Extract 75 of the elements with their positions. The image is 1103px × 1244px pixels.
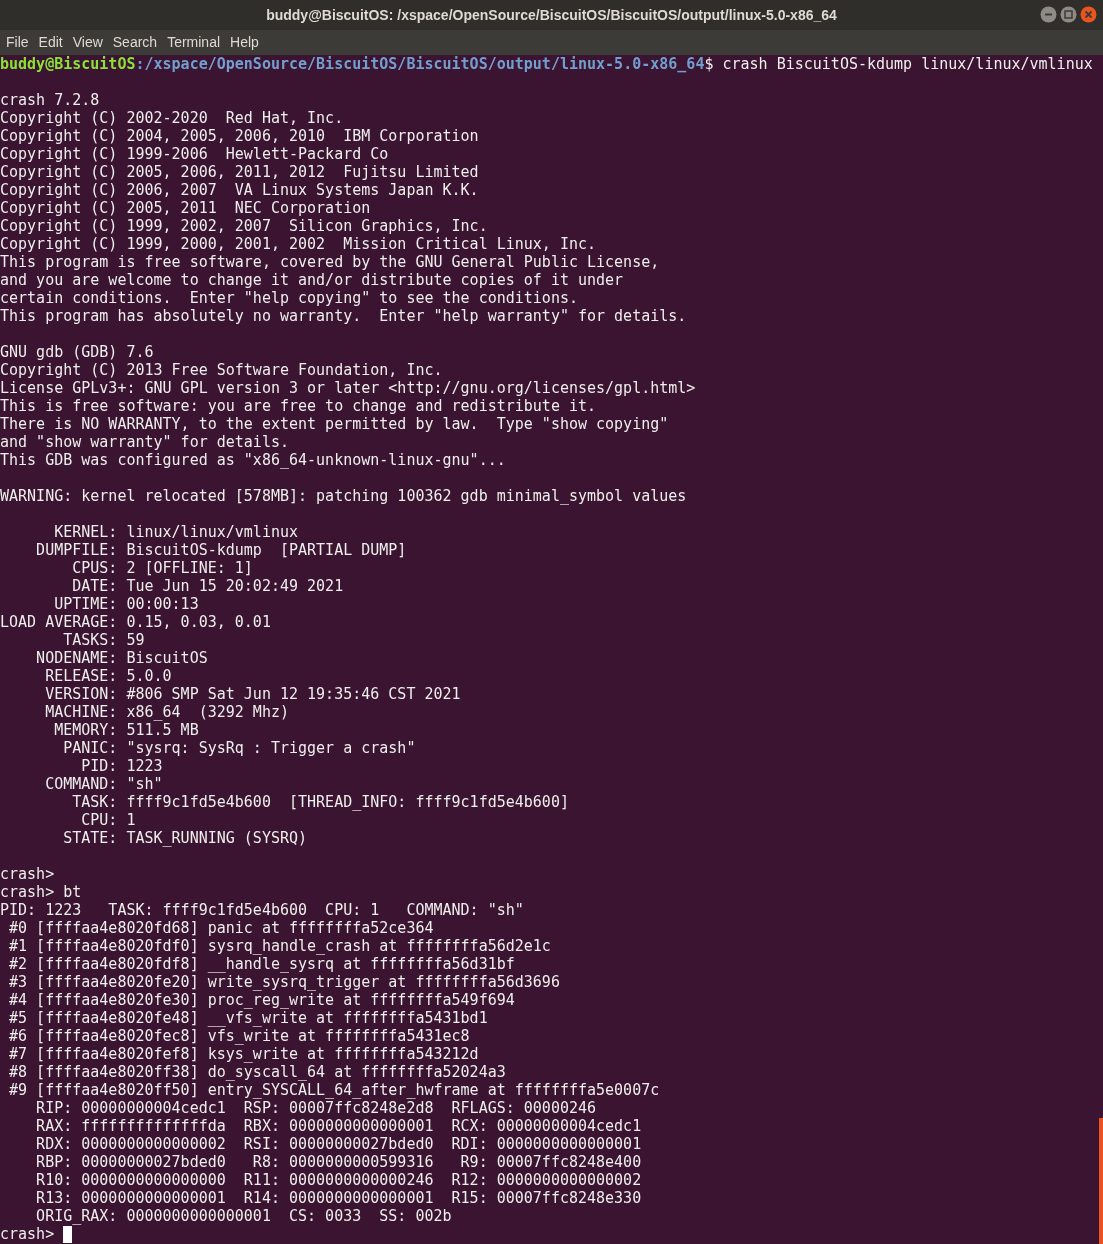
terminal-line: RIP: 00000000004cedc1 RSP: 00007ffc8248e2d8 RFLAGS: 00000246 [35, 1099, 597, 1117]
terminal-line: UPTIME: 00:00:13 [53, 595, 199, 613]
terminal-line: Copyright (C) 2006, 2007 VA Linux Systems Japan K.K. [0, 181, 479, 199]
terminal-line: PANIC: "sysrq: SysRq : Trigger a crash" [62, 739, 416, 757]
terminal-line: Copyright (C) 1999, 2000, 2001, 2002 Mission Critical Linux, Inc. [0, 235, 597, 253]
menu-item[interactable]: Terminal [162, 32, 226, 53]
menu-item[interactable]: View [67, 32, 108, 53]
terminal-line: Copyright (C) 2004, 2005, 2006, 2010 IBM Corporation [0, 127, 479, 145]
terminal-line: crash> [0, 1225, 56, 1243]
terminal-line: Copyright (C) 2005, 2011 NEC Corporation [0, 199, 371, 217]
terminal-line: TASKS: 59 [62, 631, 145, 649]
terminal-line: #0 [ffffaa4e8020fd68] panic at ffffffffa52ce364 [8, 919, 434, 937]
close-icon[interactable] [1080, 6, 1097, 23]
terminal-line: PID: 1223 TASK: ffff9c1fd5e4b600 CPU: 1 COMMAND: "sh" [0, 901, 524, 919]
terminal-line: KERNEL: linux/linux/vmlinux [53, 523, 298, 541]
menu-item[interactable]: Search [107, 32, 163, 53]
terminal-line: STATE: TASK_RUNNING (SYSRQ) [62, 829, 308, 847]
terminal-line: #9 [ffffaa4e8020ff50] entry_SYSCALL_64_after_hwframe at ffffffffa5e0007c [8, 1081, 660, 1099]
terminal-line: DUMPFILE: BiscuitOS-kdump [PARTIAL DUMP] [35, 541, 407, 559]
terminal-line: This is free software: you are free to change and redistribute it. [0, 397, 597, 415]
terminal-line: License GPLv3+: GNU GPL version 3 or later <http://gnu.org/licenses/gpl.html> [0, 379, 696, 397]
scrollbar-thumb[interactable] [1099, 1118, 1103, 1244]
terminal-line: CPU: 1 [80, 811, 136, 829]
prompt-path: :/xspace/OpenSource/BiscuitOS/BiscuitOS/output/linux-5.0-x86_64 [135, 55, 705, 73]
terminal-line: NODENAME: BiscuitOS [35, 649, 208, 667]
terminal-line: Copyright (C) 1999, 2002, 2007 Silicon Graphics, Inc. [0, 217, 488, 235]
terminal-line: CPUS: 2 [OFFLINE: 1] [71, 559, 253, 577]
terminal-line: #4 [ffffaa4e8020fe30] proc_reg_write at ffffffffa549f694 [8, 991, 515, 1009]
terminal-line: MEMORY: 511.5 MB [53, 721, 199, 739]
cursor [63, 1225, 73, 1243]
terminal-line: and you are welcome to change it and/or distribute copies of it under [0, 271, 624, 289]
terminal-line: There is NO WARRANTY, to the extent permitted by law. Type "show copying" [0, 415, 669, 433]
terminal-line: GNU gdb (GDB) 7.6 [0, 343, 154, 361]
prompt-user-host: buddy@BiscuitOS [0, 55, 136, 73]
terminal-line: R10: 0000000000000000 R11: 0000000000000246 R12: 0000000000000002 [35, 1171, 642, 1189]
minimize-icon[interactable] [1040, 6, 1057, 23]
terminal-line: RELEASE: 5.0.0 [44, 667, 172, 685]
terminal-line: MACHINE: x86_64 (3292 Mhz) [44, 703, 289, 721]
terminal-line: #1 [ffffaa4e8020fdf0] sysrq_handle_crash at ffffffffa56d2e1c [8, 937, 551, 955]
terminal-line: #8 [ffffaa4e8020ff38] do_syscall_64 at ffffffffa52024a3 [8, 1063, 506, 1081]
terminal-line: This program has absolutely no warranty. Enter "help warranty" for details. [0, 307, 687, 325]
terminal-line: #3 [ffffaa4e8020fe20] write_sysrq_trigger at ffffffffa56d3696 [8, 973, 560, 991]
terminal-line: #6 [ffffaa4e8020fec8] vfs_write at ffffffffa5431ec8 [8, 1027, 470, 1045]
terminal-line: Copyright (C) 2005, 2006, 2011, 2012 Fujitsu Limited [0, 163, 479, 181]
command-text: $ crash BiscuitOS-kdump linux/linux/vmlinux [704, 55, 1093, 73]
terminal-line: certain conditions. Enter "help copying" to see the conditions. [0, 289, 578, 307]
terminal-line: DATE: Tue Jun 15 20:02:49 2021 [71, 577, 344, 595]
terminal-line: COMMAND: "sh" [44, 775, 163, 793]
terminal-line: Copyright (C) 2002-2020 Red Hat, Inc. [0, 109, 344, 127]
menu-item[interactable]: Edit [33, 32, 68, 53]
terminal-line: WARNING: kernel relocated [578MB]: patching 100362 gdb minimal_symbol values [0, 487, 687, 505]
terminal-line: This program is free software, covered by the GNU General Public License, [0, 253, 660, 271]
terminal-line: Copyright (C) 2013 Free Software Foundation, Inc. [0, 361, 443, 379]
terminal-line: RDX: 0000000000000002 RSI: 00000000027bded0 RDI: 0000000000000001 [35, 1135, 642, 1153]
terminal-line: Copyright (C) 1999-2006 Hewlett-Packard Co [0, 145, 389, 163]
terminal-line: PID: 1223 [80, 757, 163, 775]
terminal-line: VERSION: #806 SMP Sat Jun 12 19:35:46 CST 2021 [44, 685, 461, 703]
terminal-line: #2 [ffffaa4e8020fdf8] __handle_sysrq at ffffffffa56d31bf [8, 955, 515, 973]
terminal-line: and "show warranty" for details. [0, 433, 289, 451]
terminal-line: TASK: ffff9c1fd5e4b600 [THREAD_INFO: ffff9c1fd5e4b600] [71, 793, 569, 811]
terminal-line: RBP: 00000000027bded0 R8: 0000000000599316 R9: 00007ffc8248e400 [35, 1153, 642, 1171]
maximize-icon[interactable] [1060, 6, 1077, 23]
window-title: buddy@BiscuitOS: /xspace/OpenSource/BiscuitOS/BiscuitOS/output/linux-5.0-x86_64 [266, 5, 837, 25]
terminal-line: crash> [0, 865, 55, 883]
terminal-line: LOAD AVERAGE: 0.15, 0.03, 0.01 [0, 613, 271, 631]
terminal-line: RAX: ffffffffffffffda RBX: 0000000000000001 RCX: 00000000004cedc1 [35, 1117, 642, 1135]
terminal-line: #7 [ffffaa4e8020fef8] ksys_write at ffffffffa543212d [8, 1045, 479, 1063]
terminal-line: This GDB was configured as "x86_64-unknown-linux-gnu"... [0, 451, 506, 469]
terminal-line: crash 7.2.8 [0, 91, 100, 109]
terminal-line: ORIG_RAX: 0000000000000001 CS: 0033 SS: 002b [35, 1207, 452, 1225]
menu-item[interactable]: Help [225, 32, 264, 53]
menu-item[interactable]: File [1, 32, 34, 53]
terminal-line: #5 [ffffaa4e8020fe48] __vfs_write at ffffffffa5431bd1 [8, 1009, 488, 1027]
terminal-line: crash> bt [0, 883, 82, 901]
terminal-line: R13: 0000000000000001 R14: 0000000000000001 R15: 00007ffc8248e330 [35, 1189, 642, 1207]
